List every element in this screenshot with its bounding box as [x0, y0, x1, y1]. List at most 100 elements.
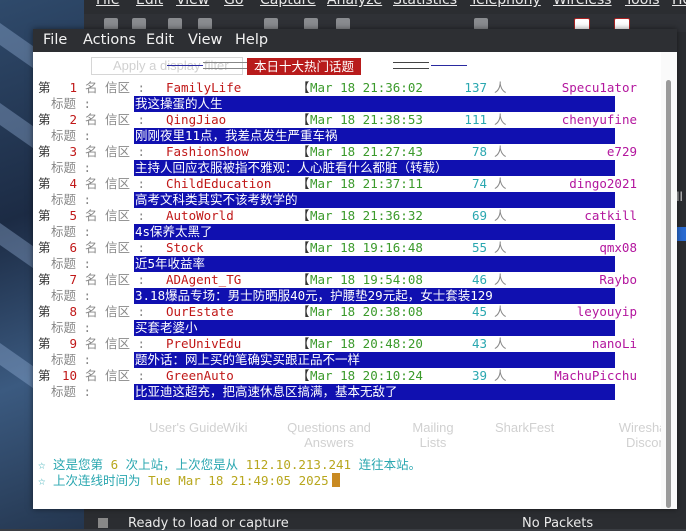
- header-rule-left-double-b: [203, 68, 247, 69]
- rank-number: 9: [69, 336, 77, 351]
- topic-row[interactable]: 第 7 名 信区 : ADAgent_TG 【Mar 18 19:54:08 46 人 Ray…: [33, 272, 661, 304]
- menu-view[interactable]: View: [188, 32, 222, 48]
- terminal-scrollbar[interactable]: [661, 52, 677, 509]
- author-name[interactable]: qmx08: [517, 240, 637, 256]
- board-name[interactable]: ChildEducation: [166, 176, 271, 192]
- rank-number: 2: [69, 112, 77, 127]
- topic-title[interactable]: 我这操蛋的人生: [134, 96, 615, 112]
- reply-count: 43: [471, 336, 487, 351]
- terminal-body[interactable]: Apply a display filter User's Guide Wiki…: [33, 52, 677, 509]
- topic-row[interactable]: 第 5 名 信区 : AutoWorld 【Mar 18 21:36:32 69 人 catk…: [33, 208, 661, 240]
- time-bracket-open: 【: [297, 272, 310, 287]
- topic-row[interactable]: 第 6 名 信区 : Stock 【Mar 18 19:16:48 55 人 qmx08 标题 …: [33, 240, 661, 272]
- rank-number: 6: [69, 240, 77, 255]
- rank-prefix: 第: [38, 336, 51, 351]
- login-info-line: ☆ 这是您第 6 次上站，上次您是从 112.10.213.241 连往本站。: [38, 457, 421, 473]
- board-name[interactable]: OurEstate: [166, 304, 234, 320]
- board-name[interactable]: Stock: [166, 240, 204, 256]
- author-name[interactable]: Raybo: [517, 272, 637, 288]
- post-time: Mar 18 20:10:24: [310, 368, 423, 383]
- topic-title[interactable]: 高考文科类其实不该考数学的: [134, 192, 615, 208]
- board-name[interactable]: GreenAuto: [166, 368, 234, 384]
- topic-title[interactable]: 题外话：网上买的笔确实买跟正品不一样: [134, 352, 615, 368]
- board-label: 名 信区 :: [85, 304, 146, 319]
- subject-label: 标题 :: [51, 224, 92, 239]
- scrollbar-thumb[interactable]: [666, 80, 671, 508]
- menu-help[interactable]: Help: [235, 32, 268, 48]
- author-name[interactable]: catkill: [517, 208, 637, 224]
- author-name[interactable]: nanoLi: [517, 336, 637, 352]
- post-time: Mar 18 19:54:08: [310, 272, 423, 287]
- author-name[interactable]: dingo2021: [517, 176, 637, 192]
- subject-label: 标题 :: [51, 384, 92, 399]
- board-name[interactable]: QingJiao: [166, 112, 226, 128]
- bg-menu-tools[interactable]: Tools: [625, 0, 660, 8]
- topic-row[interactable]: 第 3 名 信区 : FashionShow 【Mar 18 21:27:43 78 人 e7…: [33, 144, 661, 176]
- author-name[interactable]: chenyufine: [517, 112, 637, 128]
- menu-edit[interactable]: Edit: [146, 32, 174, 48]
- subject-label: 标题 :: [51, 320, 92, 335]
- author-name[interactable]: Specu1ator: [517, 80, 637, 96]
- bg-menu-capture[interactable]: Capture: [260, 0, 316, 8]
- last-ip: 112.10.213.241: [245, 457, 352, 472]
- topic-row[interactable]: 第 1 名 信区 : FamilyLife 【Mar 18 21:36:02 137 人 Sp…: [33, 80, 661, 112]
- author-name[interactable]: leyouyip: [517, 304, 637, 320]
- board-name[interactable]: FashionShow: [166, 144, 249, 160]
- bg-menu-file[interactable]: File: [96, 0, 119, 8]
- topic-title[interactable]: 主持人回应衣服被指不雅观：人心脏看什么都脏（转载）: [134, 160, 615, 176]
- author-name[interactable]: MachuPicchu: [517, 368, 637, 384]
- topic-row[interactable]: 第 10 名 信区 : GreenAuto 【Mar 18 20:10:24 39 人 Mac…: [33, 368, 661, 400]
- board-name[interactable]: ADAgent_TG: [166, 272, 241, 288]
- board-label: 名 信区 :: [85, 144, 146, 159]
- rank-prefix: 第: [38, 144, 51, 159]
- board-label: 名 信区 :: [85, 336, 146, 351]
- background-menubar: File Edit View Go Capture Analyze Statis…: [84, 0, 686, 14]
- menu-actions[interactable]: Actions: [83, 32, 136, 48]
- author-name[interactable]: e729: [517, 144, 637, 160]
- bg-menu-analyze[interactable]: Analyze: [327, 0, 382, 8]
- ghost-link-mailing: Mailing Lists: [412, 420, 454, 450]
- board-name[interactable]: PreUnivEdu: [166, 336, 241, 352]
- reply-count: 74: [471, 176, 487, 191]
- topic-row[interactable]: 第 8 名 信区 : OurEstate 【Mar 18 20:38:08 45 人 leyo…: [33, 304, 661, 336]
- topic-title[interactable]: 买套老婆小: [134, 320, 615, 336]
- bg-menu-edit[interactable]: Edit: [136, 0, 163, 8]
- board-name[interactable]: AutoWorld: [166, 208, 234, 224]
- time-bracket-open: 【: [297, 240, 310, 255]
- subject-label: 标题 :: [51, 192, 92, 207]
- bg-menu-telephony[interactable]: Telephony: [470, 0, 541, 8]
- reply-count: 111: [464, 112, 487, 127]
- bg-menu-view[interactable]: View: [176, 0, 209, 8]
- bg-menu-go[interactable]: Go: [224, 0, 243, 8]
- people-label: 人: [494, 112, 507, 127]
- topic-row[interactable]: 第 4 名 信区 : ChildEducation 【Mar 18 21:37:11 74…: [33, 176, 661, 208]
- bg-menu-help[interactable]: He: [672, 0, 686, 8]
- rank-number: 3: [69, 144, 77, 159]
- bg-menu-wireless[interactable]: Wireless: [553, 0, 612, 8]
- login-info-suffix: 连往本站。: [358, 457, 422, 472]
- time-bracket-open: 【: [297, 176, 310, 191]
- board-label: 名 信区 :: [85, 272, 146, 287]
- ghost-link-sharkfest: SharkFest: [495, 420, 555, 435]
- post-time: Mar 18 21:37:11: [310, 176, 423, 191]
- topic-title[interactable]: 刚刚夜里11点，我差点发生严重车祸: [134, 128, 615, 144]
- reply-count: 137: [464, 80, 487, 95]
- rank-number: 5: [69, 208, 77, 223]
- topic-title[interactable]: 比亚迪这超充，把高速休息区搞满，基本无敌了: [134, 384, 615, 400]
- people-label: 人: [494, 240, 507, 255]
- bg-menu-statistics[interactable]: Statistics: [393, 0, 457, 8]
- board-name[interactable]: FamilyLife: [166, 80, 241, 96]
- ghost-link-wiki: Wiki: [223, 420, 248, 435]
- menu-file[interactable]: File: [43, 32, 67, 48]
- time-bracket-open: 【: [297, 368, 310, 383]
- topic-title[interactable]: 近5年收益率: [134, 256, 615, 272]
- topic-row[interactable]: 第 2 名 信区 : QingJiao 【Mar 18 21:38:53 111 人 chen…: [33, 112, 661, 144]
- topic-title[interactable]: 4s保养太黑了: [134, 224, 615, 240]
- rank-prefix: 第: [38, 368, 51, 383]
- topic-title[interactable]: 3.18爆品专场：男士防晒服40元，护腰垫29元起，女士套装129: [134, 288, 615, 304]
- topic-row[interactable]: 第 9 名 信区 : PreUnivEdu 【Mar 18 20:48:20 43 人 nan…: [33, 336, 661, 368]
- people-label: 人: [494, 144, 507, 159]
- rank-number: 8: [69, 304, 77, 319]
- people-label: 人: [494, 336, 507, 351]
- rank-prefix: 第: [38, 304, 51, 319]
